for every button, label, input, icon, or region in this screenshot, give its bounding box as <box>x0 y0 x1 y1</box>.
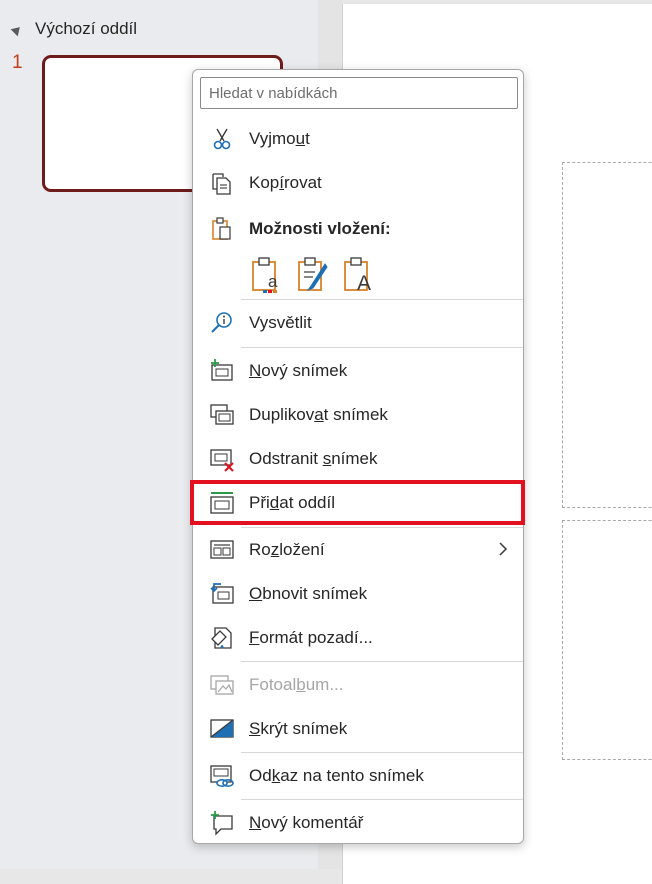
menu-item-label: Duplikovat snímek <box>249 405 388 424</box>
menu-item-paste-options: Možnosti vložení: <box>193 208 523 250</box>
menu-item-label: Formát pozadí... <box>249 628 373 647</box>
menu-item-new-slide[interactable]: Nový snímek <box>193 350 523 392</box>
svg-text:a: a <box>268 272 278 291</box>
menu-item-label: Vysvětlit <box>249 313 312 332</box>
format-background-icon <box>211 627 232 649</box>
menu-item-label: Vyjmout <box>249 129 310 148</box>
menu-item-label: Přidat oddíl <box>249 493 336 512</box>
menu-item-label: Skrýt snímek <box>249 719 348 738</box>
section-title: Výchozí oddíl <box>35 19 138 38</box>
delete-slide-icon <box>210 449 234 472</box>
menu-item-new-comment[interactable]: Nový komentář <box>193 802 523 844</box>
link-slide-icon <box>210 765 234 787</box>
menu-item-format-background[interactable]: Formát pozadí... <box>193 617 523 659</box>
menu-item-hide-slide[interactable]: Skrýt snímek <box>193 708 523 750</box>
menu-item-delete-slide[interactable]: Odstranit snímek <box>193 438 523 480</box>
reset-slide-icon <box>210 583 234 604</box>
menu-separator <box>241 527 523 528</box>
menu-item-link-to-slide[interactable]: Odkaz na tento snímek <box>193 755 523 797</box>
chevron-right-icon <box>499 542 508 556</box>
menu-item-label: Možnosti vložení: <box>249 219 391 238</box>
menu-item-label: Nový snímek <box>249 361 348 380</box>
menu-separator <box>241 799 523 800</box>
duplicate-slide-icon <box>210 404 234 425</box>
menu-separator <box>241 752 523 753</box>
menu-item-duplicate-slide[interactable]: Duplikovat snímek <box>193 394 523 436</box>
collapse-triangle-icon[interactable] <box>10 23 24 37</box>
menu-separator <box>241 661 523 662</box>
paste-keep-source-formatting-icon[interactable]: a <box>249 256 285 294</box>
scissors-icon <box>213 128 231 150</box>
add-section-icon <box>210 492 234 514</box>
content-placeholder[interactable] <box>562 520 652 760</box>
menu-item-layout[interactable]: Rozložení <box>193 529 523 571</box>
hide-slide-icon <box>210 719 234 738</box>
menu-item-label: Kopírovat <box>249 173 322 192</box>
paste-text-only-icon[interactable]: A <box>341 256 377 294</box>
paste-use-destination-theme-icon[interactable] <box>295 256 331 294</box>
lightbulb-search-icon <box>211 312 232 333</box>
menu-item-copy[interactable]: Kopírovat <box>193 162 523 204</box>
copy-icon <box>212 173 231 195</box>
svg-text:A: A <box>357 272 371 294</box>
new-comment-icon <box>211 811 233 836</box>
clipboard-icon <box>212 217 231 240</box>
menu-item-label: Nový komentář <box>249 813 364 832</box>
menu-item-explain[interactable]: Vysvětlit <box>193 302 523 344</box>
menu-search-input[interactable] <box>200 77 518 109</box>
menu-item-label: Obnovit snímek <box>249 584 368 603</box>
new-slide-icon <box>211 359 233 381</box>
paste-options-row: a A <box>249 256 377 296</box>
menu-item-label: Fotoalbum... <box>249 675 344 694</box>
context-menu: Vyjmout Kopírovat Možnosti vložení: a <box>192 69 524 844</box>
menu-item-add-section[interactable]: Přidat oddíl <box>193 482 523 524</box>
menu-item-label: Rozložení <box>249 540 325 559</box>
menu-separator <box>241 347 523 348</box>
slide-number: 1 <box>12 52 23 73</box>
photo-album-icon <box>210 675 234 695</box>
title-placeholder[interactable] <box>562 162 652 508</box>
menu-item-label: Odstranit snímek <box>249 449 378 468</box>
layout-icon <box>210 540 234 559</box>
menu-item-cut[interactable]: Vyjmout <box>193 118 523 160</box>
menu-item-label: Odkaz na tento snímek <box>249 766 424 785</box>
menu-separator <box>241 299 523 300</box>
section-header[interactable]: Výchozí oddíl <box>10 18 138 40</box>
menu-item-reset-slide[interactable]: Obnovit snímek <box>193 573 523 615</box>
menu-item-photo-album[interactable]: Fotoalbum... <box>193 664 523 706</box>
